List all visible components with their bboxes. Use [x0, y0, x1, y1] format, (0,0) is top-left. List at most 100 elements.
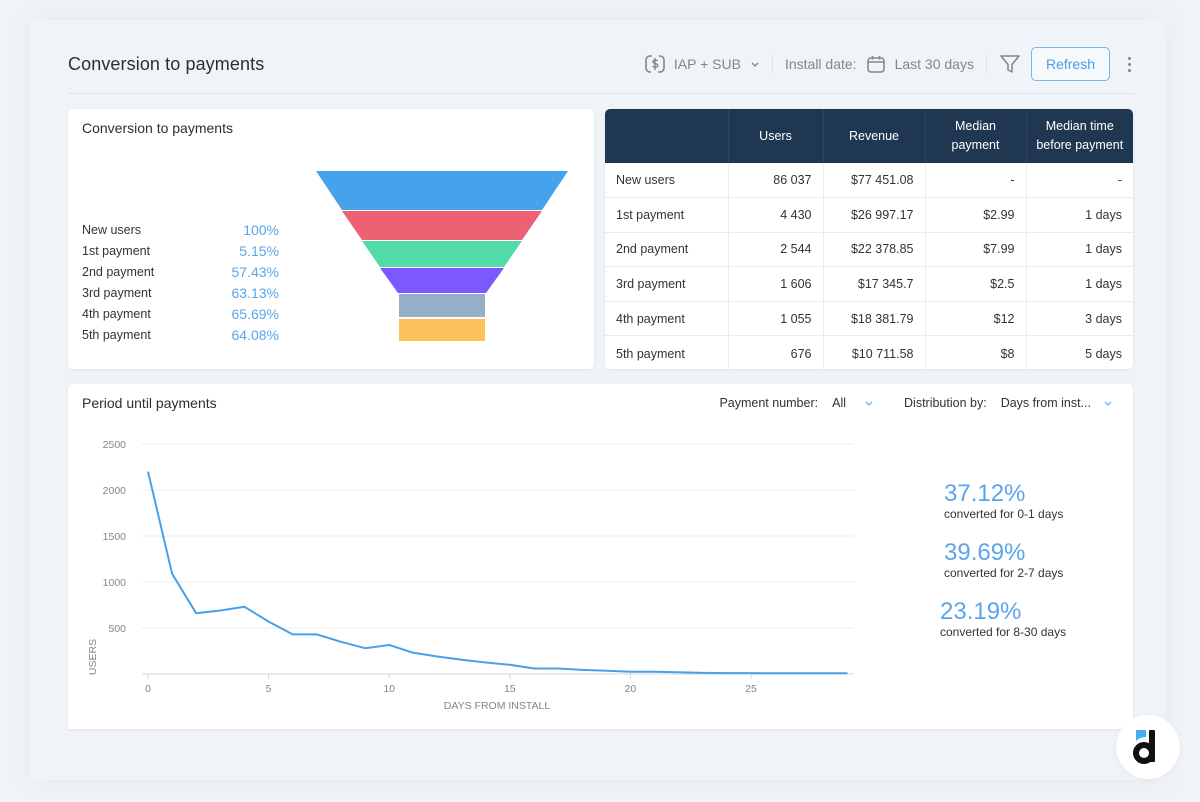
table-row: 2nd payment 2 544 $22 378.85 $7.99 1 days [605, 232, 1133, 268]
table-cell: 4 430 [728, 197, 824, 233]
y-tick-label: 1500 [103, 531, 127, 543]
row-label-cell: 3rd payment [605, 266, 729, 302]
funnel-stage-4[interactable] [380, 268, 504, 293]
x-tick-label: 0 [145, 683, 151, 695]
divider [771, 55, 773, 73]
y-tick-label: 1000 [103, 577, 127, 589]
y-tick-label: 500 [108, 623, 126, 635]
funnel-row-value: 65.69% [231, 305, 279, 322]
funnel-row: 5th payment 64.08% [82, 324, 279, 345]
table-cell: 1 606 [728, 266, 824, 302]
header-text: Median [955, 119, 996, 133]
funnel-row: 1st payment 5.15% [82, 240, 279, 261]
install-date-label: Install date: [784, 56, 857, 72]
table-cell: 5 days [1085, 346, 1122, 361]
table-cell: - [925, 163, 1027, 199]
column-header-median-payment[interactable]: Median payment [925, 109, 1027, 163]
revenue-type-value: IAP + SUB [673, 56, 741, 72]
table-cell: $2.5 [925, 266, 1027, 302]
funnel-card: Conversion to payments New users 100% 1st… [68, 109, 594, 369]
funnel-row-label: 3rd payment [82, 285, 152, 300]
funnel-row-label: 2nd payment [82, 264, 155, 279]
funnel-stage-3[interactable] [362, 241, 522, 267]
table-cell: $77 451.08 [823, 163, 926, 199]
calendar-icon [866, 56, 885, 73]
row-label-cell: New users [605, 163, 729, 199]
funnel-row: 2nd payment 57.43% [82, 261, 279, 282]
stat-label: converted for 8-30 days [940, 625, 1067, 639]
revenue-type-dropdown[interactable]: IAP + SUB [644, 53, 760, 75]
table-row: 4th payment 1 055 $18 381.79 $12 3 days [605, 301, 1133, 337]
table-cell: 676 [728, 335, 824, 369]
column-header-revenue[interactable]: Revenue [823, 109, 926, 163]
funnel-stage-1[interactable] [316, 171, 568, 210]
period-line-chart: 500 1000 1500 2000 2500 0 5 10 15 20 25 DAYS FROM I… [87, 439, 854, 712]
table-cell: - [1026, 163, 1133, 199]
divider [985, 55, 987, 73]
payments-table-card: Users Revenue Median payment Median time b… [605, 109, 1133, 369]
table-cell: 2 544 [728, 232, 824, 268]
funnel-row-value: 5.15% [239, 242, 279, 259]
funnel-stage-5[interactable] [399, 294, 485, 317]
refresh-button[interactable]: Refresh [1030, 47, 1110, 81]
table-cell: 1 days [1026, 266, 1133, 302]
row-label-cell: 5th payment [605, 335, 729, 369]
funnel-row-label: New users [82, 222, 142, 237]
stat-item: 23.19% converted for 8-30 days [940, 598, 1066, 639]
funnel-row: New users 100% [82, 219, 279, 240]
distribution-dropdown[interactable]: Days from inst... [1001, 396, 1113, 410]
table-cell: $17 345.7 [823, 266, 926, 302]
stat-label: converted for 0-1 days [944, 507, 1064, 521]
column-header-median-time[interactable]: Median time before payment [1026, 109, 1133, 163]
table-cell: $22 378.85 [823, 232, 926, 268]
install-date-value: Last 30 days [894, 56, 974, 72]
table-cell: 86 037 [728, 163, 824, 199]
header-text: Median time [1045, 119, 1114, 133]
header-text: Revenue [848, 128, 900, 143]
funnel-stage-6[interactable] [399, 319, 485, 341]
chevron-down-icon [865, 401, 873, 406]
series-line-users[interactable] [147, 471, 848, 675]
column-header-stage [605, 109, 729, 163]
table-cell: $18 381.79 [823, 301, 926, 337]
table-row: New users 86 037 $77 451.08- - [605, 163, 1133, 199]
page-title: Conversion to payments [68, 53, 265, 74]
y-tick-label: 2000 [103, 485, 127, 497]
filter-icon[interactable] [999, 53, 1021, 75]
period-card-title: Period until payments [82, 395, 217, 411]
distribution-label: Distribution by: [904, 396, 987, 410]
chevron-down-icon [1104, 401, 1112, 406]
period-controls: Payment number: All Distribution by: Day… [719, 396, 1113, 410]
x-tick-label: 20 [625, 683, 637, 695]
table-cell: 3 days [1026, 301, 1133, 337]
table-row: 5th payment 676 $10 711.58 $8 5 days [605, 335, 1133, 369]
payments-table: Users Revenue Median payment Median time b… [605, 109, 1133, 369]
period-card: Period until payments Payment number: Al… [68, 384, 1133, 729]
funnel-row-label: 1st payment [82, 243, 151, 258]
payment-number-label: Payment number: [719, 396, 819, 410]
stat-value: 23.19% [940, 598, 1022, 625]
funnel-row-value: 57.43% [231, 263, 279, 280]
y-axis-label: USERS [87, 639, 99, 675]
dollar-swap-icon [645, 55, 665, 73]
chevron-down-icon [751, 62, 759, 67]
funnel-stage-2[interactable] [342, 211, 542, 240]
stat-value: 37.12% [944, 480, 1026, 507]
y-tick-label: 2500 [103, 439, 127, 451]
x-axis-label: DAYS FROM INSTALL [444, 700, 551, 712]
header-text: payment [951, 138, 1000, 152]
column-header-users[interactable]: Users [728, 109, 824, 163]
payment-number-dropdown[interactable]: All [832, 396, 874, 410]
table-cell: $10 711.58 [823, 335, 926, 369]
table-cell: $12 [925, 301, 1027, 337]
conversion-stats: 37.12% converted for 0-1 days 39.69% con… [940, 480, 1066, 657]
install-date-picker[interactable]: Install date: Last 30 days [785, 54, 974, 74]
more-options-icon[interactable] [1124, 56, 1134, 72]
funnel-row-label: 5th payment [82, 327, 151, 342]
distribution-value: Days from inst... [1000, 396, 1091, 410]
table-row: 3rd payment 1 606 $17 345.7 $2.5 1 days [605, 266, 1133, 302]
x-tick-label: 25 [745, 683, 757, 695]
row-label-cell: 4th payment [605, 301, 729, 337]
x-tick-label: 10 [383, 683, 395, 695]
funnel-chart [316, 171, 568, 341]
